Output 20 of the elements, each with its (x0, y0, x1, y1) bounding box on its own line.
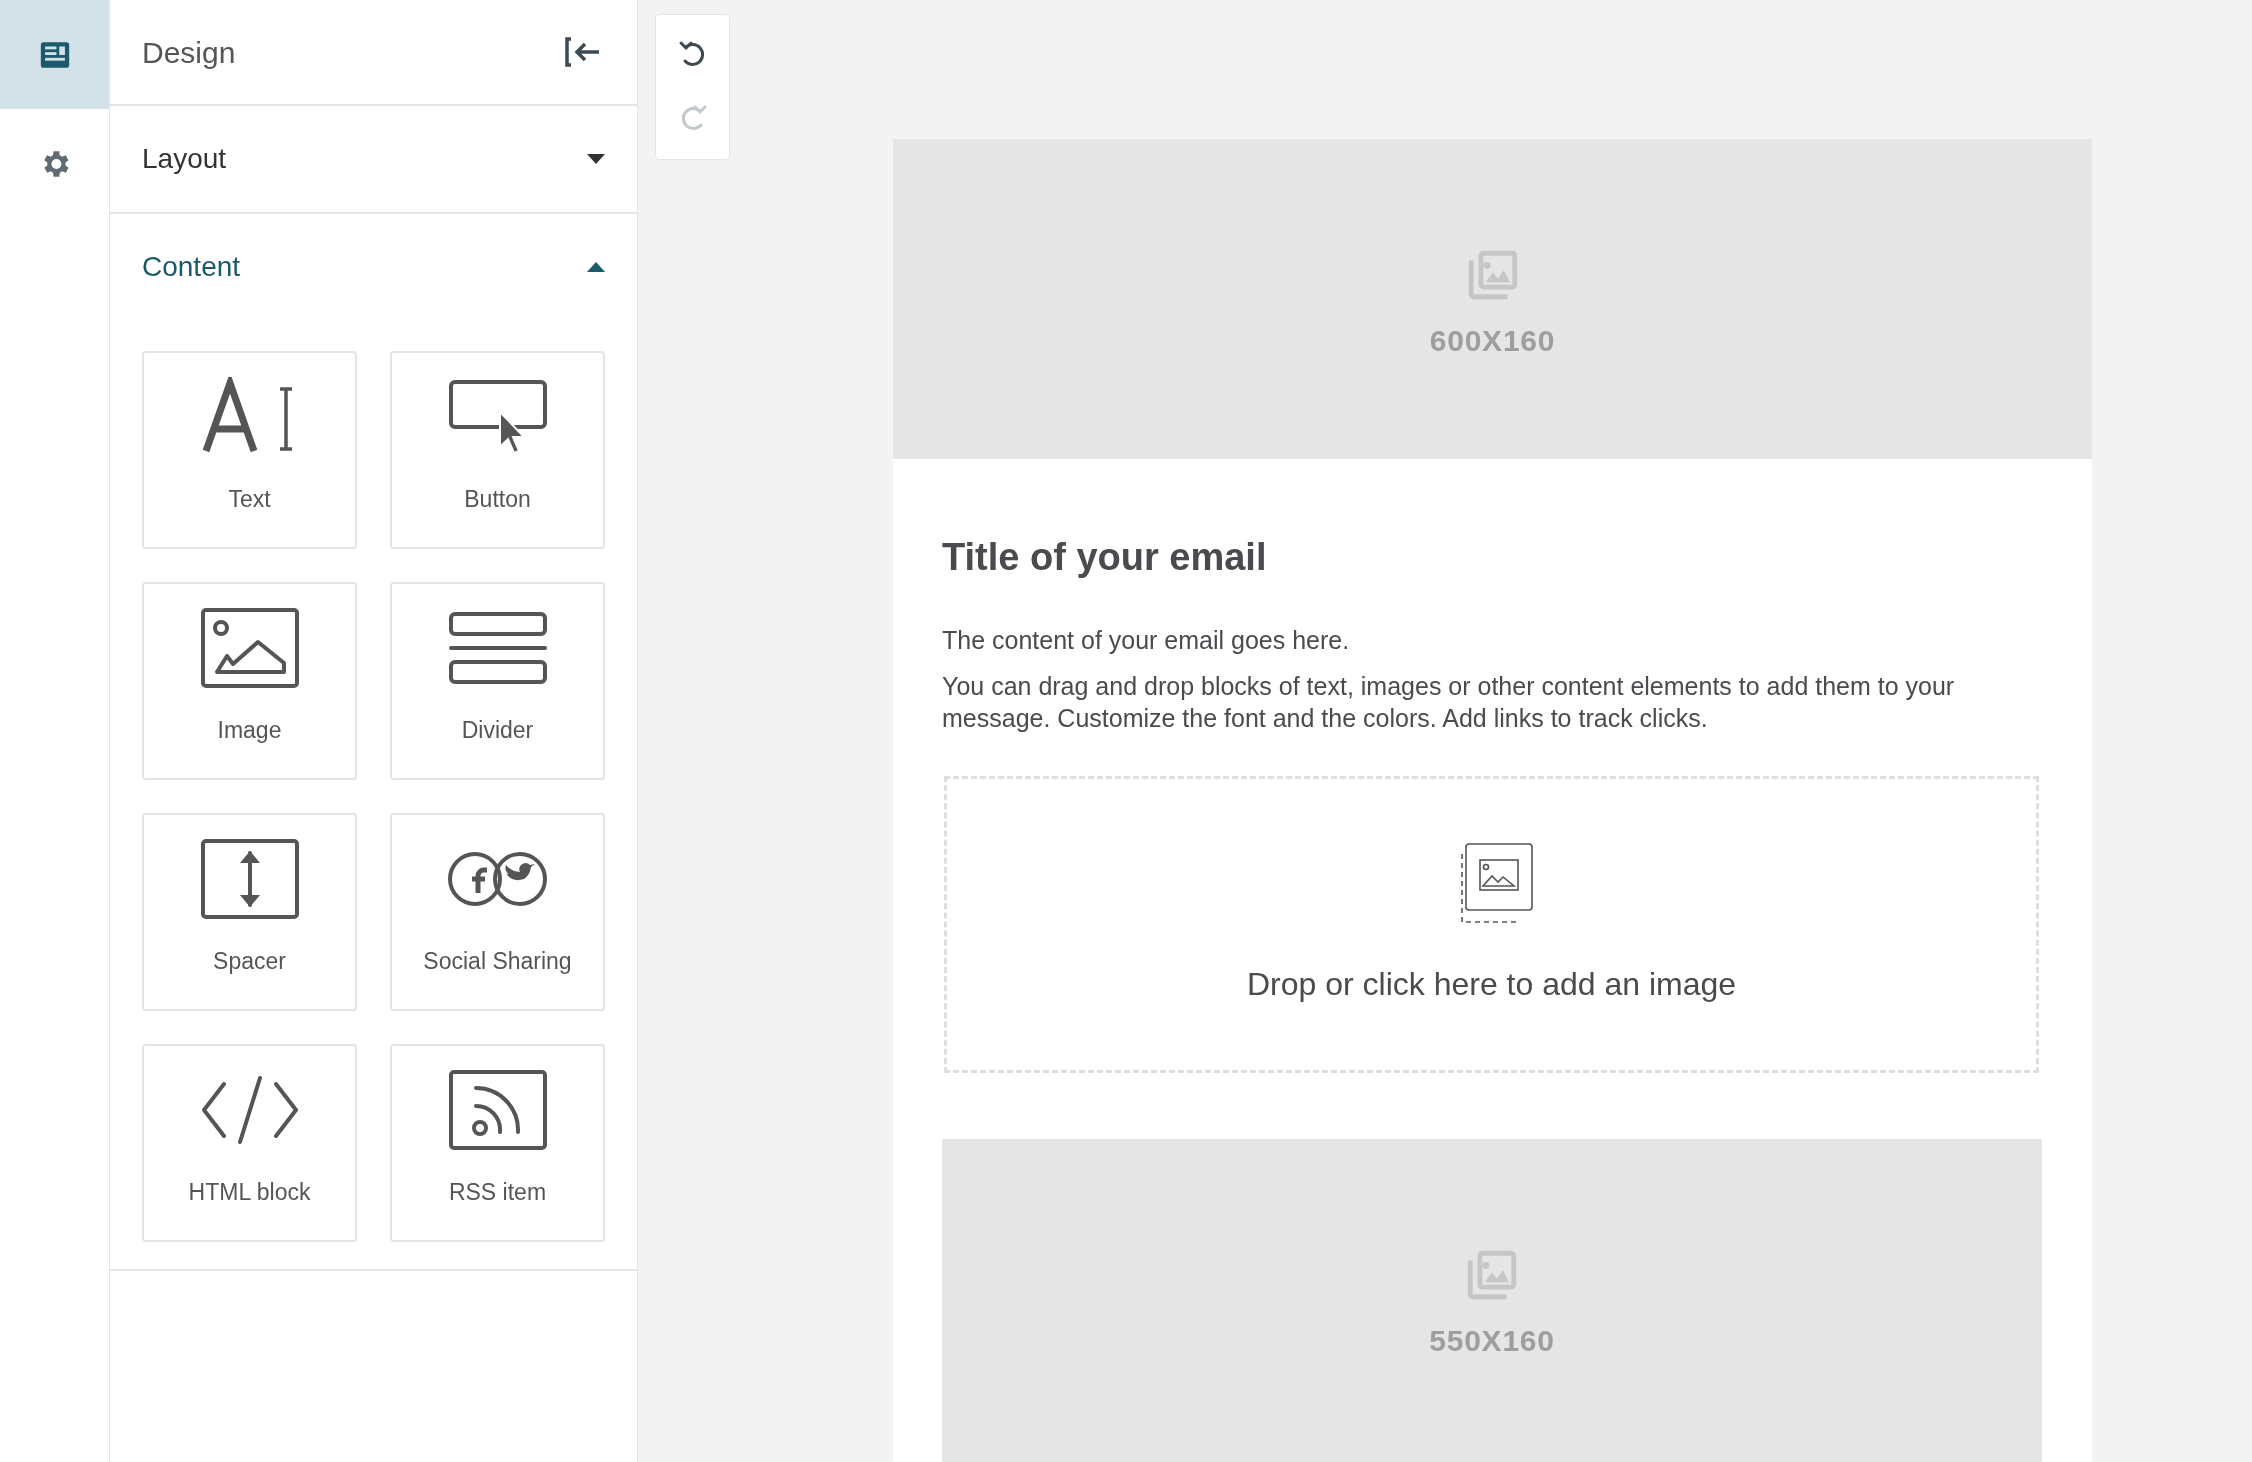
email-title: Title of your email (942, 535, 1268, 580)
section-header[interactable]: Content (110, 214, 637, 320)
content-block-tile[interactable]: Text (142, 351, 357, 549)
content-block-tile[interactable]: HTML block (142, 1044, 357, 1242)
collapse-caret-icon (587, 262, 605, 272)
email-paragraph: You can drag and drop blocks of text, images or other content elements to add them to your message. Customize the font and the colors. Add links to track clicks. (942, 671, 1956, 734)
image-drop-zone[interactable]: Drop or click here to add an image (944, 776, 2039, 1073)
expand-caret-icon (587, 154, 605, 164)
content-block-tile[interactable]: RSS item (390, 1044, 605, 1242)
content-block-tile[interactable]: Divider (390, 582, 605, 780)
email-paragraph: The content of your email goes here. (942, 625, 1351, 656)
content-block-tile[interactable]: Button (390, 351, 605, 549)
image-size-label: 600X160 (1429, 322, 1556, 359)
content-block-tile[interactable]: Spacer (142, 813, 357, 1011)
rail-tab[interactable] (0, 0, 109, 109)
content-block-tile[interactable]: Image (142, 582, 357, 780)
section-header[interactable]: Layout (110, 106, 637, 212)
image-size-label: 550X160 (1429, 1322, 1555, 1359)
content-block-tile[interactable]: Social Sharing (390, 813, 605, 1011)
panel-title: Design (142, 34, 236, 71)
